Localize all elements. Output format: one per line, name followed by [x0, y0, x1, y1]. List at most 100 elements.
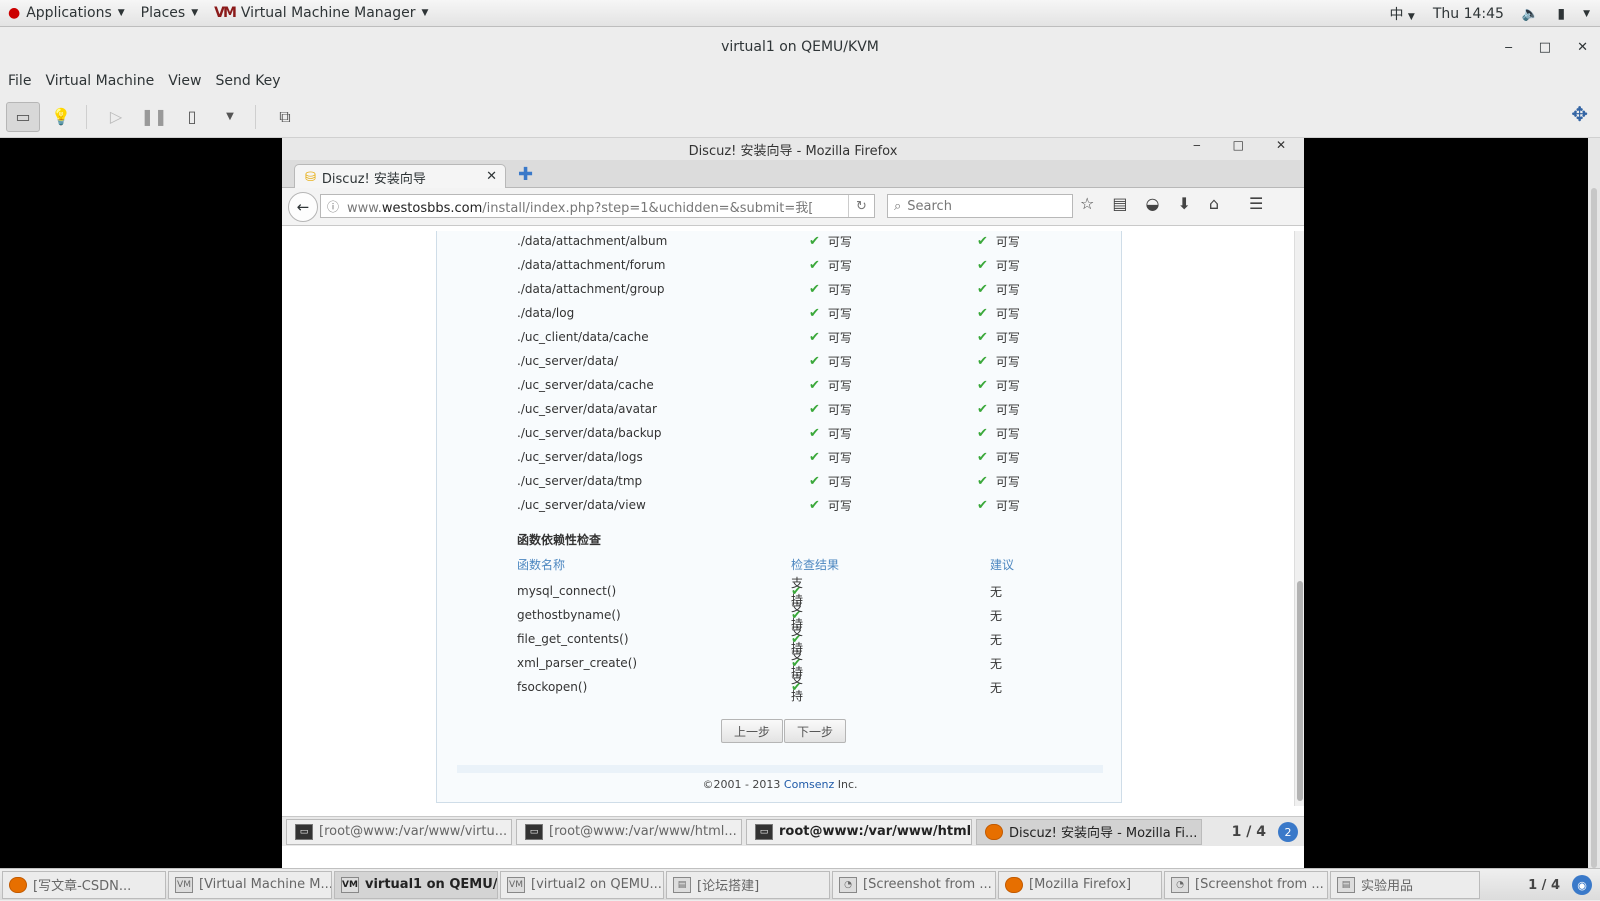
current-status: ✔ 可写 — [809, 425, 852, 441]
ff-close-button[interactable]: ✕ — [1276, 138, 1286, 152]
places-label: Places — [140, 5, 186, 21]
host-task-screenshot-2[interactable]: ◔ [Screenshot from ... — [1164, 870, 1328, 899]
clock[interactable]: Thu 14:45 — [1433, 6, 1504, 22]
menu-virtual-machine[interactable]: Virtual Machine — [41, 73, 158, 89]
guest-task-terminal-2[interactable]: ▭ [root@www:/var/www/html... — [516, 818, 742, 845]
host-console-scrollbar[interactable] — [1588, 138, 1600, 868]
checkmark-icon: ✔ — [977, 449, 988, 465]
terminal-icon: ▭ — [755, 823, 773, 840]
required-status: ✔ 可写 — [977, 305, 1020, 321]
checkmark-icon: ✔ — [977, 257, 988, 273]
checkmark-icon: ✔ — [809, 401, 820, 417]
checkmark-icon: ✔ — [977, 305, 988, 321]
pocket-icon[interactable]: ◒ — [1145, 194, 1159, 213]
menu-view[interactable]: View — [164, 73, 205, 89]
guest-screen[interactable]: Discuz! 安装向导 - Mozilla Firefox ‒ □ ✕ ⛁ D… — [282, 138, 1304, 900]
checkmark-icon: ✔ — [809, 473, 820, 489]
minimize-button[interactable]: ‒ — [1505, 40, 1513, 55]
input-method-indicator[interactable]: 中 ▼ — [1389, 4, 1414, 24]
maximize-button[interactable]: □ — [1539, 40, 1551, 55]
guest-notification-badge[interactable]: 2 — [1278, 822, 1298, 842]
shutdown-menu-button[interactable]: ▼ — [213, 102, 247, 132]
guest-workspace-pager[interactable]: 1 / 4 — [1232, 817, 1266, 847]
run-button[interactable]: ▷ — [99, 102, 133, 132]
host-task-vmm[interactable]: VM [Virtual Machine M... — [168, 870, 332, 899]
host-task-screenshot-1[interactable]: ◔ [Screenshot from ... — [832, 870, 996, 899]
volume-icon[interactable]: 🔈 — [1522, 6, 1539, 22]
details-view-button[interactable]: 💡 — [44, 102, 78, 132]
lightbulb-icon: 💡 — [51, 107, 71, 126]
dir-permission-row: ./uc_client/data/cache ✔ 可写 ✔ 可写 — [517, 325, 1117, 349]
play-icon: ▷ — [109, 107, 123, 126]
host-scrollbar-thumb[interactable] — [1591, 188, 1597, 868]
dir-path: ./data/attachment/forum — [517, 258, 666, 272]
menu-file[interactable]: File — [4, 73, 35, 89]
prev-step-button[interactable]: 上一步 — [721, 719, 784, 743]
host-task-virtual2[interactable]: VM [virtual2 on QEMU... — [500, 870, 664, 899]
host-task-forum[interactable]: ▤ [论坛搭建] — [666, 870, 830, 899]
host-workspace-pager[interactable]: 1 / 4 — [1528, 869, 1560, 901]
required-status: ✔ 可写 — [977, 449, 1020, 465]
required-status: ✔ 可写 — [977, 281, 1020, 297]
chevron-down-icon: ▼ — [226, 111, 234, 122]
host-task-virtual1[interactable]: VM virtual1 on QEMU/... — [334, 870, 498, 899]
func-header-advice: 建议 — [990, 557, 1015, 572]
places-menu[interactable]: Places ▼ — [133, 0, 206, 27]
func-name: gethostbyname() — [517, 608, 621, 622]
terminal-icon: ▭ — [525, 823, 543, 840]
url-bar[interactable]: ⓘ www.westosbbs.com/install/index.php?st… — [320, 194, 875, 218]
pause-button[interactable]: ❚❚ — [137, 102, 171, 132]
func-header-result: 检查结果 — [791, 557, 840, 572]
vmm-icon: VM — [507, 876, 525, 893]
system-menu-chevron-icon[interactable]: ▼ — [1583, 9, 1590, 19]
fullscreen-icon[interactable]: ✥ — [1571, 102, 1588, 126]
checkmark-icon: ✔ — [977, 425, 988, 441]
menu-send-key[interactable]: Send Key — [211, 73, 284, 89]
toolbar-separator — [86, 104, 87, 129]
shutdown-button[interactable]: ▯ — [175, 102, 209, 132]
required-status: ✔ 可写 — [977, 425, 1020, 441]
reload-icon[interactable]: ↻ — [848, 195, 874, 217]
page-scrollbar-thumb[interactable] — [1297, 581, 1303, 801]
snapshots-button[interactable]: ⧉ — [268, 102, 302, 132]
arrow-left-icon: ← — [296, 197, 310, 216]
close-tab-icon[interactable]: ✕ — [486, 169, 497, 184]
search-placeholder: Search — [907, 198, 952, 214]
reading-list-icon[interactable]: ▤ — [1112, 194, 1127, 213]
ff-maximize-button[interactable]: □ — [1233, 138, 1244, 152]
next-step-button[interactable]: 下一步 — [784, 719, 847, 743]
ff-minimize-button[interactable]: ‒ — [1193, 138, 1201, 152]
close-button[interactable]: ✕ — [1577, 40, 1588, 55]
host-notification-icon[interactable]: ◉ — [1572, 875, 1592, 895]
checkmark-icon: ✔ — [809, 377, 820, 393]
app-menu[interactable]: VM Virtual Machine Manager ▼ — [206, 0, 436, 27]
window-titlebar: virtual1 on QEMU/KVM — [0, 28, 1600, 66]
battery-icon[interactable]: ▮ — [1557, 6, 1565, 22]
new-tab-plus-icon[interactable]: ✚ — [518, 164, 533, 185]
func-section-title: 函数依赖性检查 — [517, 533, 602, 547]
info-icon[interactable]: ⓘ — [327, 198, 339, 215]
console-view-button[interactable]: ▭ — [6, 101, 40, 132]
image-viewer-icon: ◔ — [1171, 876, 1189, 893]
checkmark-icon: ✔ — [809, 425, 820, 441]
page-content[interactable]: ./data/attachment/album ✔ 可写 ✔ 可写 ./data/atta… — [282, 231, 1294, 806]
guest-task-terminal-1[interactable]: ▭ [root@www:/var/www/virtu... — [286, 818, 512, 845]
home-icon[interactable]: ⌂ — [1209, 194, 1219, 213]
guest-task-firefox[interactable]: Discuz! 安装向导 - Mozilla Fi... — [976, 818, 1202, 845]
tab-discuz[interactable]: ⛁ Discuz! 安装向导 ✕ — [294, 164, 506, 189]
hamburger-menu-icon[interactable]: ☰ — [1249, 194, 1263, 213]
host-task-firefox[interactable]: [Mozilla Firefox] — [998, 870, 1162, 899]
func-advice: 无 — [990, 632, 1003, 647]
bookmark-star-icon[interactable]: ☆ — [1080, 194, 1094, 213]
host-task-lab[interactable]: ▤ 实验用品 — [1330, 870, 1480, 899]
comsenz-link[interactable]: Comsenz — [784, 778, 834, 791]
current-status: ✔ 可写 — [809, 233, 852, 249]
download-icon[interactable]: ⬇ — [1177, 194, 1190, 213]
applications-menu[interactable]: ● Applications ▼ — [0, 0, 133, 27]
host-task-csdn[interactable]: [写文章-CSDN... — [2, 870, 166, 899]
checkmark-icon: ✔ — [809, 281, 820, 297]
guest-task-terminal-3[interactable]: ▭ root@www:/var/www/html/... — [746, 818, 972, 845]
search-input[interactable]: ⌕ Search — [887, 194, 1073, 218]
page-scrollbar[interactable] — [1294, 231, 1304, 806]
back-button[interactable]: ← — [288, 191, 318, 222]
